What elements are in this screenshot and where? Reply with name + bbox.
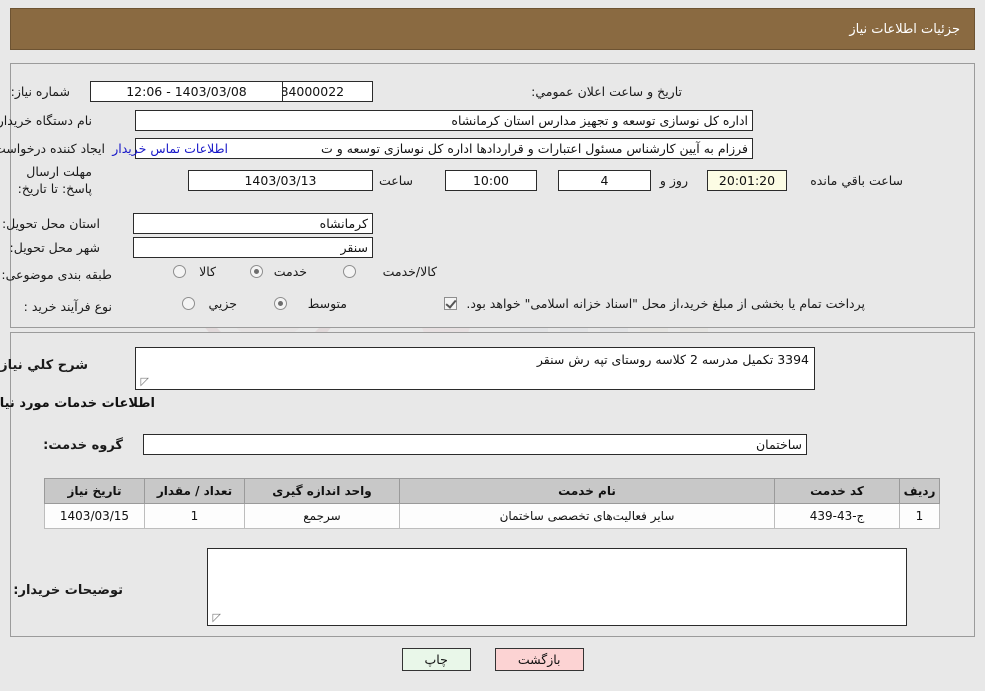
announcement-label: تاریخ و ساعت اعلان عمومي: xyxy=(531,84,682,99)
service-group-label: گروه خدمت: xyxy=(43,438,123,453)
cell-service-name: سایر فعالیت‌های تخصصی ساختمان xyxy=(399,503,775,529)
remaining-days-value: 4 xyxy=(558,170,651,191)
delivery-province-label: استان محل تحویل: xyxy=(1,216,100,231)
radio-category-kala-label[interactable]: کالا xyxy=(199,264,216,279)
service-group-value: ساختمان xyxy=(143,434,807,455)
summary-text: 3394 تکمیل مدرسه 2 کلاسه روستای تپه رش س… xyxy=(536,352,809,367)
deadline-time-value: 10:00 xyxy=(445,170,537,191)
cell-need-date: 1403/03/15 xyxy=(44,503,145,529)
buyer-notes-textarea[interactable]: ◸ xyxy=(207,548,907,626)
page-title: جزئیات اطلاعات نیاز xyxy=(849,21,960,37)
radio-category-kala[interactable] xyxy=(173,265,186,278)
days-label: روز و xyxy=(659,173,688,188)
cell-unit: سرجمع xyxy=(244,503,400,529)
deadline-date-value: 1403/03/13 xyxy=(188,170,373,191)
th-need-date: تاریخ نیاز xyxy=(44,478,145,504)
announcement-value: 1403/03/08 - 12:06 xyxy=(90,81,283,102)
cell-row-index: 1 xyxy=(899,503,940,529)
cell-service-code: ج-43-439 xyxy=(774,503,900,529)
resize-grip-icon[interactable]: ◸ xyxy=(139,376,149,387)
radio-category-kala-khedmat-label[interactable]: کالا/خدمت xyxy=(383,264,437,279)
cell-quantity: 1 xyxy=(144,503,245,529)
summary-label: شرح کلي نیاز: xyxy=(0,358,88,373)
radio-category-kala-khedmat[interactable] xyxy=(343,265,356,278)
table-row[interactable]: 1 ج-43-439 سایر فعالیت‌های تخصصی ساختمان… xyxy=(44,503,940,529)
th-row-index: ردیف xyxy=(899,478,940,504)
window-titlebar: جزئیات اطلاعات نیاز xyxy=(10,8,975,50)
th-quantity: تعداد / مقدار xyxy=(144,478,245,504)
countdown-value: 20:01:20 xyxy=(707,170,787,191)
category-label: طبقه بندی موضوعی: xyxy=(1,267,112,282)
hour-label: ساعت xyxy=(378,173,413,188)
radio-category-khedmat[interactable] xyxy=(250,265,263,278)
services-table: ردیف کد خدمت نام خدمت واحد اندازه گیری ت… xyxy=(44,478,940,529)
delivery-city-value: سنقر xyxy=(133,237,373,258)
delivery-city-label: شهر محل تحویل: xyxy=(9,240,100,255)
th-unit: واحد اندازه گیری xyxy=(244,478,400,504)
buyer-notes-label: توضیحات خریدار: xyxy=(13,583,123,598)
need-info-panel xyxy=(10,63,975,328)
treasury-bonds-text: پرداخت تمام یا بخشی از مبلغ خرید،از محل … xyxy=(466,296,865,311)
buyer-org-label: نام دستگاه خریدار: xyxy=(0,113,92,128)
footer-button-bar: بازگشت چاپ xyxy=(0,648,985,671)
resize-grip-icon-notes[interactable]: ◸ xyxy=(211,612,221,623)
th-service-name: نام خدمت xyxy=(399,478,775,504)
buyer-contact-link[interactable]: اطلاعات تماس خریدار xyxy=(112,141,228,156)
radio-category-khedmat-label[interactable]: خدمت xyxy=(274,264,307,279)
services-section-heading: اطلاعات خدمات مورد نیاز xyxy=(0,396,155,411)
page-root: AnaTender.net جزئیات اطلاعات نیاز شماره … xyxy=(0,0,985,691)
buyer-org-value: اداره کل نوسازی توسعه و تجهیز مدارس استا… xyxy=(135,110,753,131)
back-button[interactable]: بازگشت xyxy=(494,648,584,671)
purchase-process-label: نوع فرآیند خرید : xyxy=(23,299,112,314)
delivery-province-value: کرمانشاه xyxy=(133,213,373,234)
requester-label: ایجاد کننده درخواست: xyxy=(0,141,105,156)
need-number-label: شماره نیاز: xyxy=(10,84,70,99)
table-header-row: ردیف کد خدمت نام خدمت واحد اندازه گیری ت… xyxy=(44,478,940,504)
deadline-label: مهلت ارسال پاسخ: تا تاریخ: xyxy=(17,164,92,196)
summary-textarea[interactable]: 3394 تکمیل مدرسه 2 کلاسه روستای تپه رش س… xyxy=(135,347,815,390)
remaining-hours-label: ساعت باقي مانده xyxy=(810,173,903,188)
th-service-code: کد خدمت xyxy=(774,478,900,504)
print-button[interactable]: چاپ xyxy=(401,648,471,671)
